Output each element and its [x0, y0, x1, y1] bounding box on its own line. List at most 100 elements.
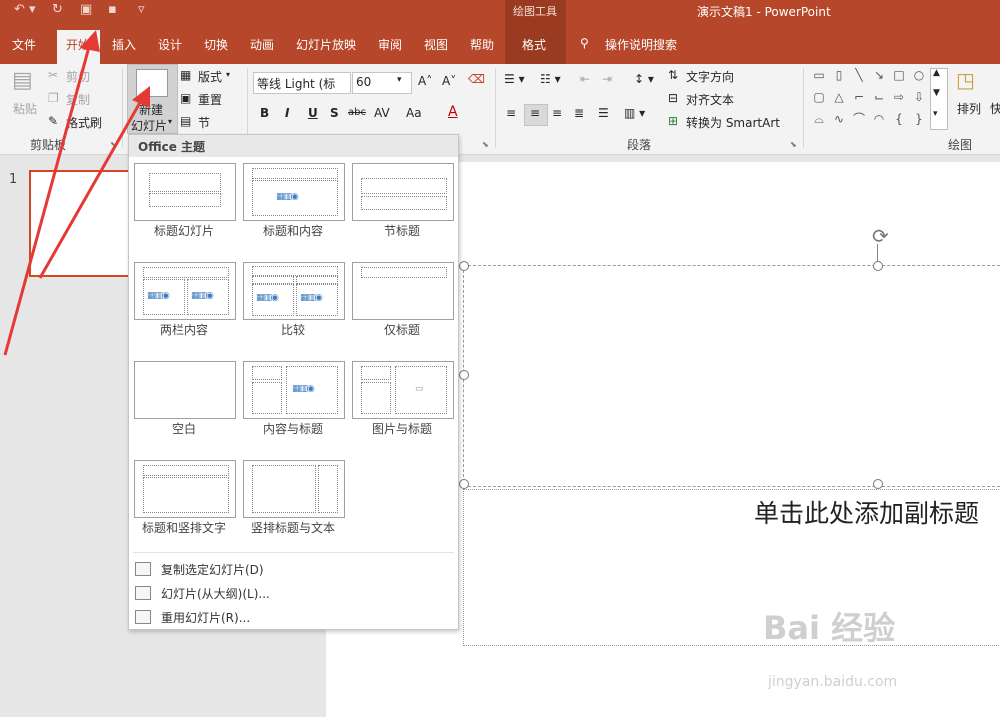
tab-slideshow[interactable]: 幻灯片放映: [296, 36, 356, 53]
text-box-shape-icon[interactable]: ▭: [812, 68, 826, 82]
slides-from-outline-item[interactable]: 幻灯片(从大纲)(L)...: [161, 585, 270, 602]
text-direction-icon[interactable]: ⇅: [668, 68, 678, 82]
section-button[interactable]: 节: [198, 114, 210, 131]
align-left-icon[interactable]: ≡: [506, 106, 516, 120]
layout-section-header[interactable]: [352, 163, 454, 221]
layout-title-only[interactable]: [352, 262, 454, 320]
vertical-text-box-shape-icon[interactable]: ▯: [832, 68, 846, 82]
triangle-shape-icon[interactable]: △: [832, 90, 846, 104]
convert-smartart-button[interactable]: 转换为 SmartArt: [686, 114, 780, 131]
underline-button[interactable]: U: [308, 106, 318, 120]
copy-icon[interactable]: ❐: [48, 91, 59, 105]
increase-indent-icon[interactable]: ⇥: [602, 72, 612, 86]
resize-handle[interactable]: [459, 370, 469, 380]
curve-shape-icon[interactable]: ⌒: [852, 112, 866, 126]
format-painter-icon[interactable]: ✎: [48, 114, 58, 128]
layout-blank[interactable]: [134, 361, 236, 419]
grow-font-icon[interactable]: A˄: [418, 74, 432, 88]
reset-button[interactable]: 重置: [198, 91, 222, 108]
decrease-indent-icon[interactable]: ⇤: [580, 72, 590, 86]
new-slide-button[interactable]: 新建 幻灯片 ▾: [127, 64, 178, 134]
smartart-icon[interactable]: ⊞: [668, 114, 678, 128]
line-spacing-icon[interactable]: ↕ ▾: [634, 72, 654, 86]
tab-transitions[interactable]: 切换: [204, 36, 228, 53]
resize-handle[interactable]: [459, 261, 469, 271]
rounded-rect-shape-icon[interactable]: ▢: [812, 90, 826, 104]
paste-icon[interactable]: ▤: [12, 68, 33, 93]
arrange-button[interactable]: 排列: [957, 100, 981, 117]
layout-title-content[interactable]: ▦▥◉: [243, 163, 345, 221]
tab-review[interactable]: 审阅: [378, 36, 402, 53]
font-color-button[interactable]: A: [448, 104, 458, 120]
elbow-arrow-shape-icon[interactable]: ⌙: [872, 90, 886, 104]
tab-view[interactable]: 视图: [424, 36, 448, 53]
align-right-icon[interactable]: ≡: [552, 106, 562, 120]
bold-button[interactable]: B: [260, 106, 269, 120]
align-text-icon[interactable]: ⊟: [668, 91, 678, 105]
arrange-icon[interactable]: ◳: [956, 68, 975, 92]
font-name-combo[interactable]: 等线 Light (标: [253, 72, 351, 94]
copy-button[interactable]: 复制: [66, 91, 90, 108]
char-spacing-button[interactable]: AV: [374, 106, 390, 120]
shadow-button[interactable]: S: [330, 106, 339, 120]
tab-insert[interactable]: 插入: [112, 36, 136, 53]
tab-format[interactable]: 格式: [522, 36, 546, 53]
paste-button[interactable]: 粘贴: [13, 100, 37, 117]
section-icon[interactable]: ▤: [180, 114, 191, 128]
reuse-slides-item[interactable]: 重用幻灯片(R)...: [161, 609, 250, 626]
clipboard-launcher-icon[interactable]: ⬊: [110, 140, 117, 149]
chevron-up-icon[interactable]: ▲: [933, 68, 940, 78]
layout-picture-caption[interactable]: ▭: [352, 361, 454, 419]
tell-me-search[interactable]: 操作说明搜索: [605, 36, 677, 53]
rectangle-shape-icon[interactable]: □: [892, 68, 906, 82]
undo-icon[interactable]: ↶ ▾: [14, 2, 36, 17]
layout-vertical-title-text[interactable]: [243, 460, 345, 518]
strikethrough-button[interactable]: abc: [348, 107, 366, 118]
justify-icon[interactable]: ≣: [574, 106, 584, 120]
arc-shape-icon[interactable]: ◠: [872, 112, 886, 126]
arrow-line-shape-icon[interactable]: ↘: [872, 68, 886, 82]
reset-icon[interactable]: ▣: [180, 91, 191, 105]
title-placeholder[interactable]: [463, 265, 1000, 487]
save-icon[interactable]: ▪: [108, 2, 117, 17]
tab-file[interactable]: 文件: [12, 36, 36, 53]
elbow-connector-shape-icon[interactable]: ⌐: [852, 90, 866, 104]
scribble-shape-icon[interactable]: ∿: [832, 112, 846, 126]
bullets-icon[interactable]: ☰ ▾: [504, 72, 525, 86]
resize-handle[interactable]: [873, 479, 883, 489]
customize-qat-icon[interactable]: ▿: [138, 2, 145, 17]
resize-handle[interactable]: [873, 261, 883, 271]
layout-content-caption[interactable]: ▦▥◉: [243, 361, 345, 419]
clear-format-icon[interactable]: ⌫: [468, 72, 485, 86]
redo-icon[interactable]: ↻: [52, 2, 63, 17]
shrink-font-icon[interactable]: A˅: [442, 74, 456, 88]
layout-comparison[interactable]: ▦▥◉ ▦▥◉: [243, 262, 345, 320]
format-painter-button[interactable]: 格式刷: [66, 114, 102, 131]
tab-help[interactable]: 帮助: [470, 36, 494, 53]
layout-icon[interactable]: ▦: [180, 68, 191, 82]
oval-shape-icon[interactable]: ○: [912, 68, 926, 82]
rotate-handle-icon[interactable]: ⟳: [872, 224, 889, 248]
layout-two-content[interactable]: ▦▥◉ ▦▥◉: [134, 262, 236, 320]
down-arrow-shape-icon[interactable]: ⇩: [912, 90, 926, 104]
distribute-icon[interactable]: ☰: [598, 106, 609, 120]
layout-title-slide[interactable]: [134, 163, 236, 221]
duplicate-slides-item[interactable]: 复制选定幻灯片(D): [161, 561, 264, 578]
layout-button[interactable]: 版式: [198, 68, 222, 85]
tab-animations[interactable]: 动画: [250, 36, 274, 53]
shapes-gallery[interactable]: ▭ ▯ ╲ ↘ □ ○ ▢ △ ⌐ ⌙ ⇨ ⇩ ⌓ ∿ ⌒ ◠ { }: [812, 68, 930, 128]
right-arrow-shape-icon[interactable]: ⇨: [892, 90, 906, 104]
paragraph-launcher-icon[interactable]: ⬊: [790, 140, 797, 149]
resize-handle[interactable]: [459, 479, 469, 489]
font-launcher-icon[interactable]: ⬊: [482, 140, 489, 149]
cut-button[interactable]: 剪切: [66, 68, 90, 85]
italic-button[interactable]: I: [285, 106, 289, 120]
font-size-combo[interactable]: 60 ▾: [352, 72, 412, 94]
line-shape-icon[interactable]: ╲: [852, 68, 866, 82]
columns-icon[interactable]: ▥ ▾: [624, 106, 645, 120]
slide-thumbnail[interactable]: [29, 170, 132, 277]
chevron-down-icon[interactable]: ▼: [933, 88, 940, 98]
tab-home[interactable]: 开始: [57, 30, 100, 64]
align-text-button[interactable]: 对齐文本: [686, 91, 734, 108]
text-direction-button[interactable]: 文字方向: [686, 68, 734, 85]
